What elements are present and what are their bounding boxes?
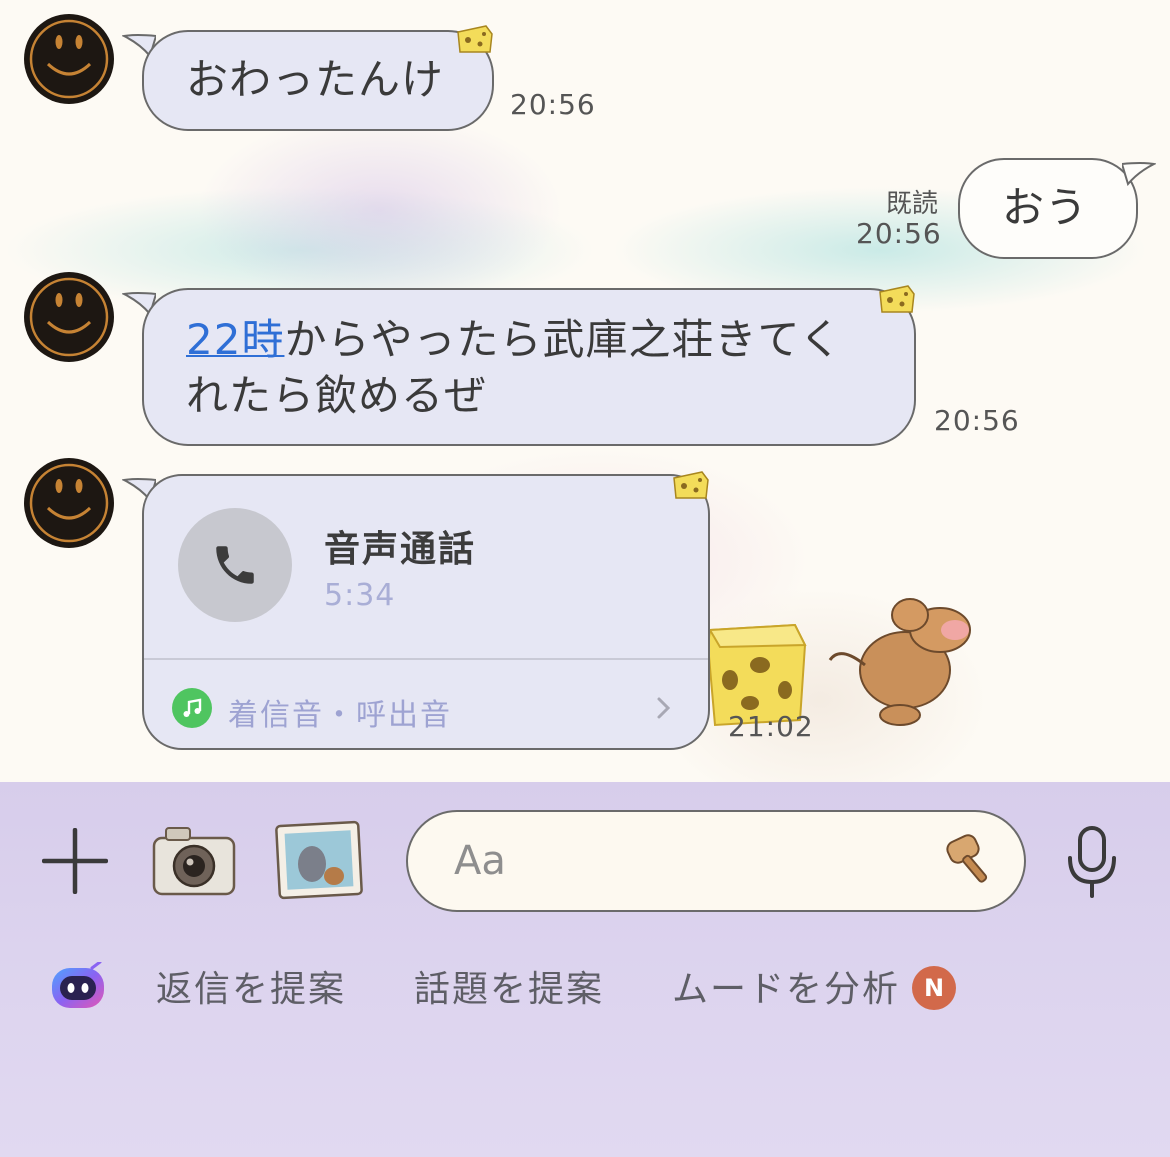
message-toolbar: 返信を提案 話題を提案 ムードを分析 N — [0, 782, 1170, 1157]
message-text-line-1: 22時からやったら武庫之荘きてく — [186, 315, 843, 364]
my-message-bubble[interactable]: おう — [958, 158, 1138, 259]
chevron-right-icon[interactable] — [656, 696, 672, 720]
friend-avatar[interactable] — [24, 458, 114, 548]
camera-icon[interactable] — [150, 822, 238, 898]
friend-avatar[interactable] — [24, 272, 114, 362]
drew-smiley-avatar-image — [29, 19, 109, 99]
message-time: 20:56 — [856, 217, 942, 250]
friend-message-bubble[interactable]: おわったんけ — [142, 30, 494, 131]
call-icon-circle — [178, 508, 292, 622]
bubble-tail — [1122, 162, 1156, 186]
friend-avatar[interactable] — [24, 14, 114, 104]
read-receipt: 既読 — [886, 189, 939, 219]
new-badge: N — [912, 966, 956, 1010]
phone-icon — [216, 546, 254, 584]
friend-message-bubble[interactable]: 22時からやったら武庫之荘きてく れたら飲めるぜ — [142, 288, 916, 446]
microphone-icon[interactable] — [1064, 826, 1120, 898]
photo-icon[interactable] — [274, 820, 364, 900]
suggestion-bar: 返信を提案 話題を提案 ムードを分析 N — [0, 952, 1170, 1022]
cheese-icon — [457, 25, 493, 53]
time-link[interactable]: 22時 — [186, 315, 284, 364]
cheese-icon — [673, 471, 709, 499]
call-title: 音声通話 — [324, 529, 477, 570]
message-time: 20:56 — [934, 404, 1020, 437]
message-time: 20:56 — [510, 88, 596, 121]
chat-area[interactable]: おわったんけ 20:56 既読 20:56 おう 22時からやったら武庫之荘きて… — [0, 0, 1170, 782]
message-text: おう — [1002, 183, 1089, 232]
message-text-line-2: れたら飲めるぜ — [186, 371, 488, 420]
analyze-mood-button[interactable]: ムードを分析 — [672, 960, 900, 1012]
music-note-icon — [172, 688, 212, 728]
message-text: おわったんけ — [186, 55, 445, 104]
cheese-icon — [879, 285, 915, 313]
drew-smiley-avatar-image — [29, 277, 109, 357]
suggest-topic-button[interactable]: 話題を提案 — [414, 960, 604, 1012]
voice-call-bubble[interactable]: 音声通話 5:34 着信音・呼出音 — [142, 474, 710, 750]
hammer-icon[interactable] — [944, 828, 1004, 888]
message-input[interactable] — [406, 810, 1026, 912]
drew-smiley-avatar-image — [29, 463, 109, 543]
message-time: 21:02 — [728, 710, 814, 743]
plus-icon[interactable] — [42, 828, 108, 894]
call-duration: 5:34 — [324, 578, 396, 613]
suggest-reply-button[interactable]: 返信を提案 — [156, 960, 346, 1012]
ai-assistant-icon[interactable] — [48, 962, 108, 1012]
divider — [144, 658, 708, 660]
ringtone-link[interactable]: 着信音・呼出音 — [228, 690, 452, 734]
